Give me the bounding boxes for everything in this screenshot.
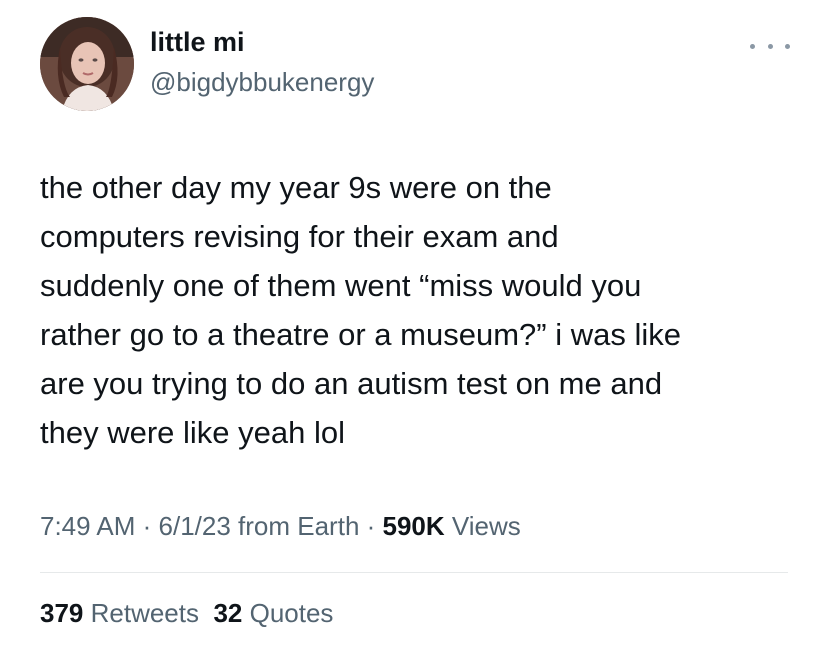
divider	[40, 572, 788, 573]
dot	[750, 43, 755, 49]
ellipsis-icon[interactable]	[750, 38, 790, 54]
avatar-image	[40, 17, 134, 111]
engagement-stats: 379 Retweets 32 Quotes	[40, 595, 333, 631]
tweet-time[interactable]: 7:49 AM	[40, 511, 135, 541]
dot	[767, 43, 773, 49]
retweets-count: 379	[40, 598, 84, 628]
quotes-link[interactable]: 32 Quotes	[213, 598, 333, 628]
tweet-date[interactable]: 6/1/23	[159, 511, 231, 541]
quotes-label: Quotes	[242, 598, 334, 628]
tweet-meta: 7:49 AM · 6/1/23 from Earth · 590K Views	[40, 508, 521, 544]
display-name[interactable]: little mi	[150, 24, 374, 60]
tweet-card: little mi @bigdybbukenergy the other day…	[0, 0, 828, 652]
tweet-text: the other day my year 9s were on the com…	[40, 170, 681, 450]
dot	[785, 43, 790, 49]
quotes-count: 32	[213, 598, 243, 628]
meta-separator: ·	[135, 511, 159, 541]
retweets-link[interactable]: 379 Retweets	[40, 598, 199, 628]
user-handle[interactable]: @bigdybbukenergy	[150, 64, 374, 100]
retweets-label: Retweets	[83, 598, 199, 628]
avatar[interactable]	[40, 17, 134, 111]
views-count[interactable]: 590K	[383, 511, 445, 541]
meta-separator: ·	[359, 511, 383, 541]
views-label[interactable]: Views	[445, 511, 521, 541]
user-info: little mi @bigdybbukenergy	[150, 24, 374, 100]
tweet-source: from Earth	[230, 511, 360, 541]
